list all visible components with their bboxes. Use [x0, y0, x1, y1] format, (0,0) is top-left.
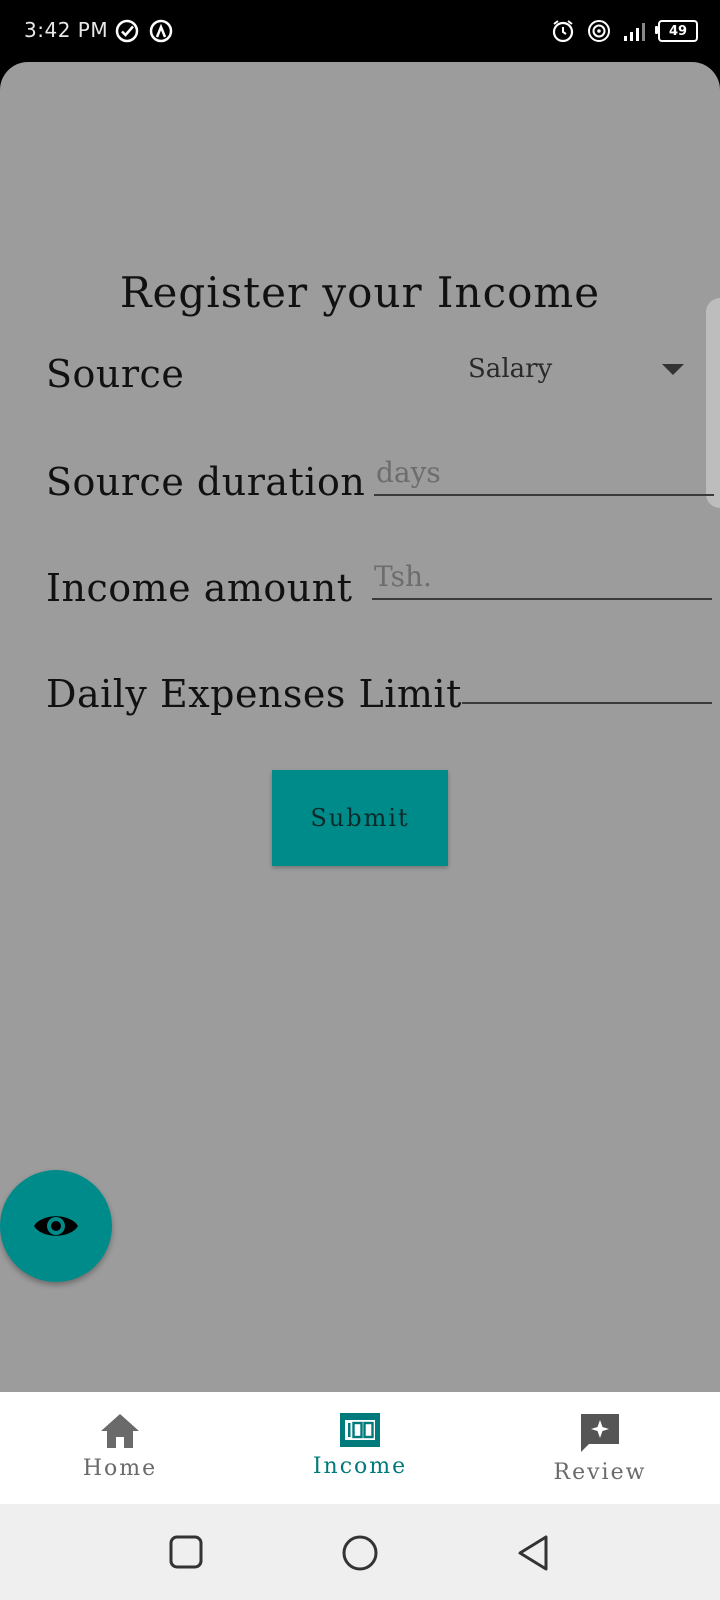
home-circle-icon[interactable] [341, 1534, 379, 1572]
hotspot-icon [149, 19, 173, 43]
eye-icon [34, 1216, 78, 1236]
nav-label-home: Home [82, 1456, 158, 1481]
screen: 3:42 PM 49 Register your Income Source S… [0, 0, 720, 1600]
income-icon [340, 1413, 380, 1447]
daily-limit-label: Daily Expenses Limit [46, 672, 462, 716]
bottom-navigation: Home Income Review [0, 1392, 720, 1504]
back-icon[interactable] [516, 1534, 552, 1572]
income-amount-input[interactable] [372, 554, 716, 598]
status-time: 3:42 PM [24, 18, 109, 42]
review-icon [581, 1414, 619, 1452]
system-navigation-bar [0, 1504, 720, 1600]
source-label: Source [46, 352, 185, 396]
signal-icon [624, 23, 645, 41]
wifi-hotspot-icon [588, 20, 610, 42]
status-right-icons: 49 [550, 18, 698, 44]
home-icon [101, 1414, 139, 1448]
source-duration-label: Source duration [46, 460, 366, 504]
battery-icon: 49 [655, 20, 698, 42]
source-dropdown-value: Salary [468, 354, 553, 384]
nav-item-home[interactable]: Home [0, 1392, 240, 1504]
nav-label-review: Review [553, 1460, 647, 1485]
check-circle-icon [115, 19, 139, 43]
nav-item-income[interactable]: Income [240, 1392, 480, 1504]
daily-limit-field[interactable] [462, 658, 716, 704]
status-left-icons [114, 18, 174, 44]
submit-button[interactable]: Submit [272, 770, 448, 866]
main-sheet [0, 62, 720, 1392]
income-amount-label: Income amount [46, 566, 353, 610]
status-bar: 3:42 PM 49 [0, 0, 720, 64]
source-dropdown[interactable]: Salary [466, 350, 686, 394]
income-amount-field[interactable] [372, 554, 716, 600]
view-fab-button[interactable] [0, 1170, 112, 1282]
source-duration-field[interactable] [374, 450, 718, 496]
nav-label-income: Income [312, 1454, 408, 1479]
alarm-icon [552, 20, 574, 43]
page-title: Register your Income [119, 268, 601, 317]
chevron-down-icon [662, 364, 684, 375]
source-duration-input[interactable] [374, 450, 718, 494]
daily-limit-input[interactable] [462, 658, 716, 702]
recent-apps-icon[interactable] [168, 1534, 204, 1570]
nav-item-review[interactable]: Review [480, 1392, 720, 1504]
